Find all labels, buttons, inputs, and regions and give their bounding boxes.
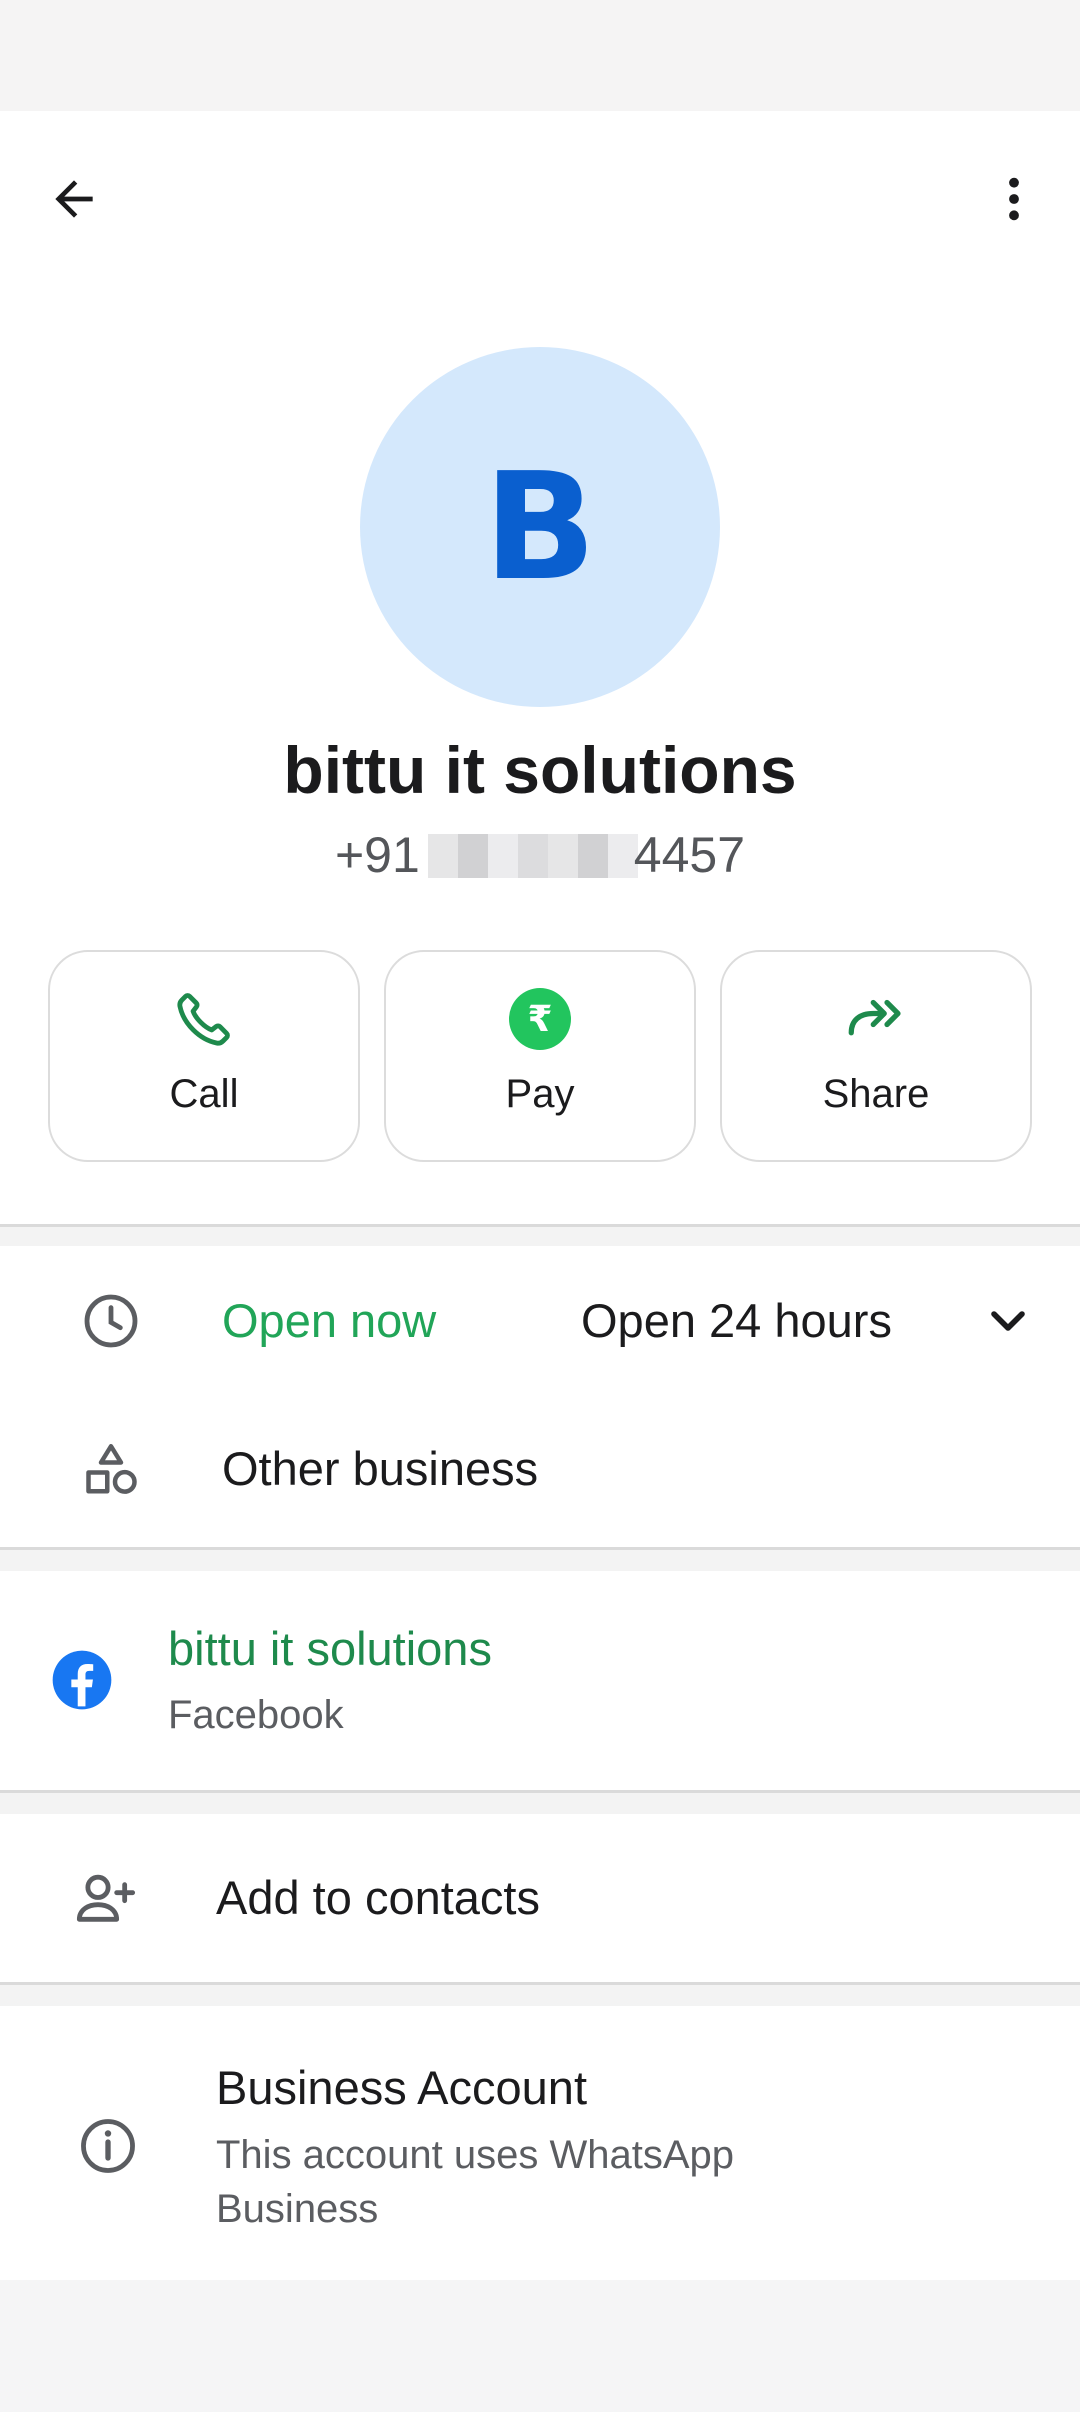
rupee-icon: ₹ [509, 988, 571, 1050]
phone-suffix: 4457 [633, 827, 746, 883]
facebook-card[interactable]: bittu it solutions Facebook [0, 1571, 1080, 1790]
rupee-glyph: ₹ [527, 998, 553, 1040]
business-category-row: Other business [0, 1396, 1080, 1547]
share-label: Share [822, 1072, 930, 1116]
share-button[interactable]: Share [720, 950, 1032, 1162]
phone-number: +91 4457 [0, 825, 1080, 885]
top-app-bar [0, 111, 1080, 279]
phone-icon [177, 993, 230, 1046]
phone-redaction [427, 834, 638, 878]
call-button[interactable]: Call [48, 950, 360, 1162]
add-person-icon [76, 1874, 136, 1922]
add-to-contacts-row[interactable]: Add to contacts [0, 1814, 1080, 1982]
add-to-contacts-label: Add to contacts [216, 1871, 540, 1924]
business-category: Other business [222, 1442, 539, 1495]
facebook-icon [52, 1650, 112, 1710]
contact-info-panel: B bittu it solutions +91 4457 Call ₹ Pay [0, 111, 1080, 1224]
status-bar [0, 0, 1080, 111]
facebook-label: Facebook [168, 1693, 344, 1737]
info-icon [81, 2119, 135, 2173]
section-divider [0, 1982, 1080, 2009]
share-forward-icon [848, 999, 901, 1036]
avatar[interactable]: B [360, 347, 720, 707]
open-status: Open now [222, 1294, 437, 1347]
pay-button[interactable]: ₹ Pay [384, 950, 696, 1162]
business-hours-row[interactable]: Open now Open 24 hours [0, 1246, 1080, 1396]
business-account-title: Business Account [216, 2061, 587, 2114]
clock-icon [84, 1294, 138, 1348]
contact-name: bittu it solutions [283, 733, 797, 807]
business-account-row[interactable]: Business Account This account uses Whats… [0, 2006, 1080, 2280]
category-shapes-icon [86, 1444, 137, 1494]
action-buttons: Call ₹ Pay Share [48, 950, 1032, 1162]
business-details-card: Open now Open 24 hours Other business [0, 1246, 1080, 1547]
chevron-down-icon[interactable] [980, 1293, 1036, 1349]
arrow-back-icon [55, 180, 93, 218]
facebook-page-name: bittu it solutions [168, 1622, 492, 1675]
call-label: Call [169, 1072, 239, 1116]
pay-label: Pay [505, 1072, 575, 1116]
hours-detail: Open 24 hours [581, 1294, 892, 1347]
more-options-button[interactable] [972, 157, 1056, 241]
business-account-description: This account uses WhatsApp Business [216, 2133, 735, 2231]
more-vertical-icon [1009, 177, 1019, 221]
back-button[interactable] [32, 157, 116, 241]
section-divider [0, 1547, 1080, 1574]
section-divider [0, 1790, 1080, 1817]
phone-prefix: +91 [334, 827, 420, 883]
bottom-empty-area [0, 2280, 1080, 2412]
avatar-letter: B [483, 441, 597, 613]
